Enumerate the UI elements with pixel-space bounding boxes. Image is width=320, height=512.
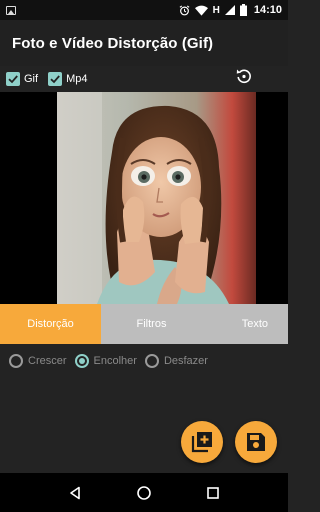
radio-label: Crescer bbox=[28, 355, 67, 367]
preview-area bbox=[0, 92, 288, 304]
recents-button[interactable] bbox=[203, 483, 223, 503]
back-button[interactable] bbox=[65, 483, 85, 503]
wifi-icon bbox=[194, 5, 208, 16]
app-screen: H 14:10 Foto e Vídeo Distorção (Gif) Gif bbox=[0, 0, 288, 512]
reset-button[interactable] bbox=[234, 66, 254, 86]
radio-label: Encolher bbox=[93, 355, 137, 367]
output-options: Gif Mp4 bbox=[0, 66, 288, 92]
tab-texto[interactable]: Texto bbox=[202, 304, 288, 344]
radio-encolher[interactable]: Encolher bbox=[74, 354, 137, 368]
tab-filtros[interactable]: Filtros bbox=[101, 304, 202, 344]
radio-label: Desfazer bbox=[163, 355, 208, 367]
rotate-reset-icon bbox=[236, 69, 251, 84]
radio-selected-icon bbox=[74, 354, 89, 368]
battery-icon bbox=[239, 4, 247, 16]
save-button[interactable] bbox=[235, 421, 277, 463]
gif-label: Gif bbox=[24, 73, 39, 85]
app-bar: Foto e Vídeo Distorção (Gif) bbox=[0, 20, 288, 66]
mp4-label: Mp4 bbox=[66, 73, 88, 85]
save-floppy-icon bbox=[247, 433, 265, 451]
tab-distorcao[interactable]: Distorção bbox=[0, 304, 101, 344]
alarm-icon bbox=[179, 4, 190, 15]
preview-photo[interactable] bbox=[57, 92, 256, 304]
add-to-library-icon bbox=[191, 432, 212, 453]
radio-desfazer[interactable]: Desfazer bbox=[144, 354, 208, 368]
system-nav-bar bbox=[0, 473, 288, 512]
add-media-button[interactable] bbox=[181, 421, 223, 463]
radio-crescer[interactable]: Crescer bbox=[9, 354, 67, 368]
recents-square-icon bbox=[207, 486, 220, 499]
home-circle-icon bbox=[137, 485, 151, 500]
tool-tabs: Distorção Filtros Texto bbox=[0, 304, 288, 344]
network-type-label: H bbox=[212, 4, 220, 16]
checkbox-checked-icon bbox=[48, 72, 63, 86]
status-bar: H 14:10 bbox=[0, 0, 288, 20]
radio-unselected-icon bbox=[144, 354, 159, 368]
image-notification-icon bbox=[6, 5, 16, 15]
distorted-portrait-image bbox=[57, 92, 256, 304]
distortion-mode-group: Crescer Encolher Desfazer bbox=[0, 350, 288, 372]
checkbox-checked-icon bbox=[6, 72, 20, 86]
app-title: Foto e Vídeo Distorção (Gif) bbox=[12, 34, 214, 52]
tab-label: Texto bbox=[241, 318, 268, 330]
gif-checkbox[interactable]: Gif bbox=[6, 72, 38, 86]
home-button[interactable] bbox=[134, 483, 154, 503]
tab-label: Distorção bbox=[27, 318, 74, 330]
tab-label: Filtros bbox=[136, 318, 167, 330]
cell-signal-icon bbox=[224, 5, 235, 15]
radio-unselected-icon bbox=[9, 354, 23, 368]
clock: 14:10 bbox=[253, 4, 282, 16]
back-triangle-icon bbox=[69, 486, 80, 499]
mp4-checkbox[interactable]: Mp4 bbox=[48, 72, 87, 86]
